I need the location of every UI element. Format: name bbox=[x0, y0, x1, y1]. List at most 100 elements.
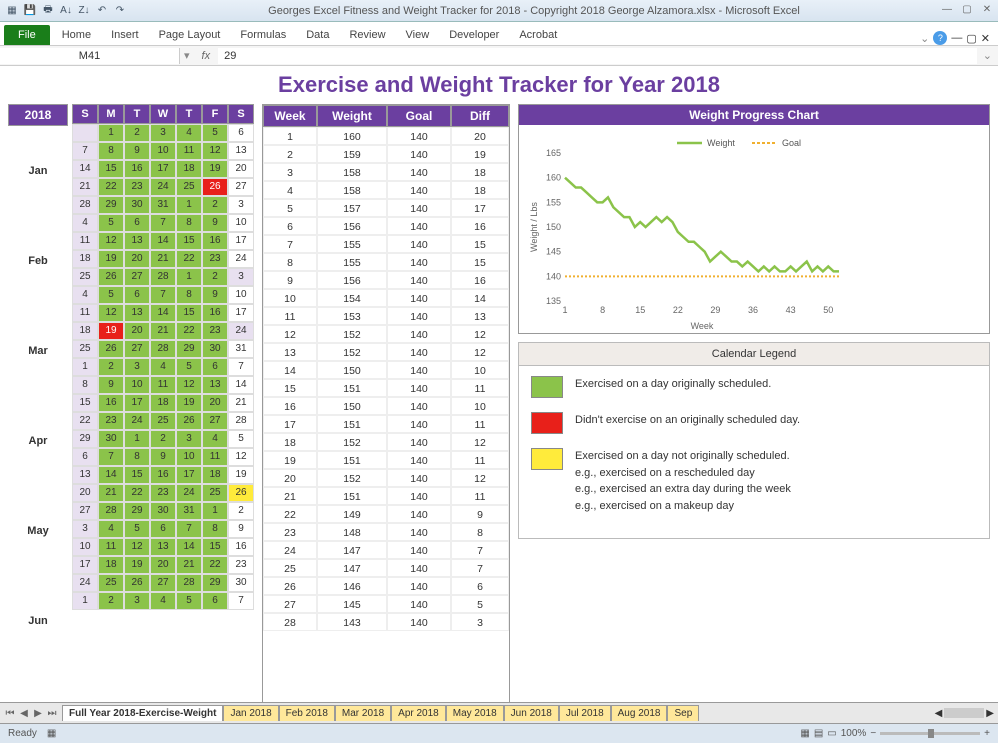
fx-icon[interactable]: fx bbox=[194, 50, 219, 62]
calendar-cell[interactable]: 7 bbox=[228, 592, 254, 610]
hscroll-track[interactable] bbox=[944, 708, 984, 718]
calendar-cell[interactable]: 30 bbox=[124, 196, 150, 214]
calendar-cell[interactable]: 12 bbox=[124, 538, 150, 556]
calendar-cell[interactable]: 14 bbox=[150, 232, 176, 250]
calendar-cell[interactable]: 10 bbox=[228, 286, 254, 304]
formula-expand-icon[interactable]: ⌄ bbox=[977, 49, 998, 62]
calendar-cell[interactable]: 6 bbox=[202, 592, 228, 610]
name-box[interactable]: M41 bbox=[0, 48, 180, 64]
formula-input[interactable]: 29 bbox=[218, 48, 977, 64]
calendar-cell[interactable]: 6 bbox=[150, 520, 176, 538]
calendar-cell[interactable]: 8 bbox=[72, 376, 98, 394]
calendar-cell[interactable]: 7 bbox=[72, 142, 98, 160]
calendar-cell[interactable]: 12 bbox=[98, 304, 124, 322]
calendar-cell[interactable]: 2 bbox=[228, 502, 254, 520]
calendar-cell[interactable]: 3 bbox=[150, 124, 176, 142]
calendar-cell[interactable]: 19 bbox=[98, 322, 124, 340]
calendar-cell[interactable]: 18 bbox=[72, 250, 98, 268]
calendar-cell[interactable]: 26 bbox=[228, 484, 254, 502]
calendar-cell[interactable]: 13 bbox=[124, 232, 150, 250]
calendar-cell[interactable]: 29 bbox=[202, 574, 228, 592]
view-normal-icon[interactable]: ▦ bbox=[800, 728, 809, 739]
tab-nav-next-icon[interactable]: ▶ bbox=[32, 708, 44, 719]
table-row[interactable]: 615614016 bbox=[263, 217, 509, 235]
calendar-cell[interactable]: 16 bbox=[228, 538, 254, 556]
table-row[interactable]: 261461406 bbox=[263, 577, 509, 595]
worksheet[interactable]: Exercise and Weight Tracker for Year 201… bbox=[0, 66, 998, 702]
calendar-cell[interactable]: 9 bbox=[124, 142, 150, 160]
calendar-cell[interactable]: 15 bbox=[72, 394, 98, 412]
calendar-cell[interactable]: 20 bbox=[202, 394, 228, 412]
calendar-cell[interactable]: 2 bbox=[124, 124, 150, 142]
tab-review[interactable]: Review bbox=[339, 25, 395, 45]
calendar-cell[interactable]: 13 bbox=[72, 466, 98, 484]
sheet-tab[interactable]: Jun 2018 bbox=[504, 705, 559, 721]
calendar-cell[interactable]: 3 bbox=[72, 520, 98, 538]
zoom-out-icon[interactable]: − bbox=[870, 728, 876, 739]
calendar-cell[interactable]: 22 bbox=[98, 178, 124, 196]
calendar-cell[interactable]: 12 bbox=[176, 376, 202, 394]
file-tab[interactable]: File bbox=[4, 25, 50, 45]
calendar-cell[interactable]: 21 bbox=[150, 322, 176, 340]
table-row[interactable]: 1815214012 bbox=[263, 433, 509, 451]
calendar-cell[interactable]: 28 bbox=[72, 196, 98, 214]
view-layout-icon[interactable]: ▤ bbox=[814, 728, 823, 739]
calendar-cell[interactable]: 5 bbox=[202, 124, 228, 142]
table-row[interactable]: 715514015 bbox=[263, 235, 509, 253]
zoom-level[interactable]: 100% bbox=[841, 728, 867, 739]
calendar-cell[interactable]: 20 bbox=[228, 160, 254, 178]
sheet-tab[interactable]: May 2018 bbox=[446, 705, 504, 721]
calendar-cell[interactable]: 31 bbox=[176, 502, 202, 520]
calendar-cell[interactable]: 21 bbox=[98, 484, 124, 502]
calendar-cell[interactable]: 28 bbox=[176, 574, 202, 592]
calendar-cell[interactable]: 27 bbox=[228, 178, 254, 196]
calendar-cell[interactable]: 9 bbox=[98, 376, 124, 394]
table-row[interactable]: 1315214012 bbox=[263, 343, 509, 361]
table-row[interactable]: 1015414014 bbox=[263, 289, 509, 307]
table-row[interactable]: 251471407 bbox=[263, 559, 509, 577]
calendar-cell[interactable]: 15 bbox=[98, 160, 124, 178]
sheet-tab[interactable]: Sep bbox=[667, 705, 699, 721]
table-row[interactable]: 1215214012 bbox=[263, 325, 509, 343]
calendar-cell[interactable]: 2 bbox=[150, 430, 176, 448]
calendar-cell[interactable]: 11 bbox=[202, 448, 228, 466]
calendar-cell[interactable]: 3 bbox=[228, 196, 254, 214]
sheet-tab[interactable]: Apr 2018 bbox=[391, 705, 446, 721]
calendar-cell[interactable]: 7 bbox=[228, 358, 254, 376]
calendar-cell[interactable]: 29 bbox=[98, 196, 124, 214]
print-icon[interactable]: 🖶 bbox=[40, 3, 56, 19]
table-row[interactable]: 515714017 bbox=[263, 199, 509, 217]
calendar-cell[interactable]: 17 bbox=[176, 466, 202, 484]
calendar-cell[interactable]: 29 bbox=[72, 430, 98, 448]
calendar-cell[interactable]: 3 bbox=[124, 592, 150, 610]
calendar-cell[interactable]: 15 bbox=[124, 466, 150, 484]
calendar-cell[interactable]: 24 bbox=[124, 412, 150, 430]
calendar-cell[interactable]: 16 bbox=[98, 394, 124, 412]
calendar-cell[interactable]: 1 bbox=[72, 592, 98, 610]
calendar-cell[interactable]: 28 bbox=[150, 268, 176, 286]
calendar-cell[interactable]: 26 bbox=[98, 340, 124, 358]
calendar-cell[interactable]: 18 bbox=[202, 466, 228, 484]
tab-formulas[interactable]: Formulas bbox=[230, 25, 296, 45]
zoom-in-icon[interactable]: + bbox=[984, 728, 990, 739]
calendar-cell[interactable]: 27 bbox=[124, 268, 150, 286]
calendar-cell[interactable]: 17 bbox=[150, 160, 176, 178]
calendar-cell[interactable]: 2 bbox=[202, 268, 228, 286]
calendar-cell[interactable]: 4 bbox=[176, 124, 202, 142]
calendar-cell[interactable]: 9 bbox=[202, 214, 228, 232]
calendar-cell[interactable]: 11 bbox=[98, 538, 124, 556]
calendar-cell[interactable]: 5 bbox=[176, 358, 202, 376]
calendar-cell[interactable]: 5 bbox=[98, 214, 124, 232]
excel-icon[interactable]: ▦ bbox=[4, 3, 20, 19]
table-row[interactable]: 1415014010 bbox=[263, 361, 509, 379]
table-row[interactable]: 1115314013 bbox=[263, 307, 509, 325]
tab-page-layout[interactable]: Page Layout bbox=[149, 25, 231, 45]
calendar-cell[interactable]: 20 bbox=[124, 322, 150, 340]
calendar-cell[interactable]: 4 bbox=[150, 358, 176, 376]
maximize-icon[interactable]: ▢ bbox=[960, 4, 974, 18]
calendar-cell[interactable]: 23 bbox=[150, 484, 176, 502]
calendar-cell[interactable]: 17 bbox=[228, 232, 254, 250]
calendar-cell[interactable]: 14 bbox=[98, 466, 124, 484]
calendar-cell[interactable]: 12 bbox=[228, 448, 254, 466]
calendar-cell[interactable]: 16 bbox=[202, 232, 228, 250]
